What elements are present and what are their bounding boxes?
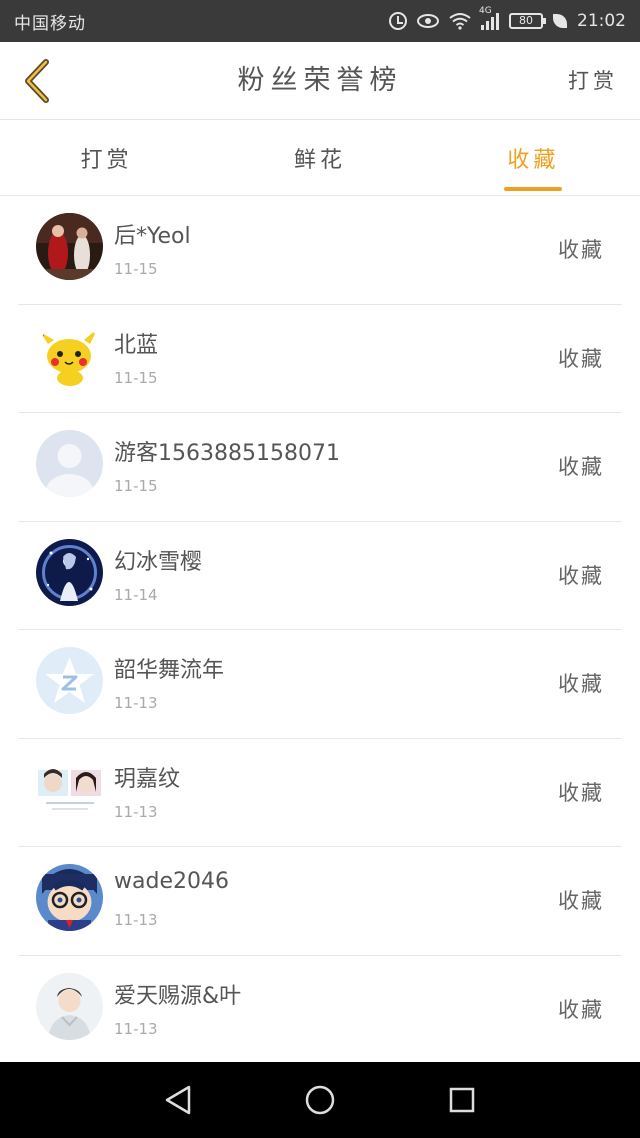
- support-type: 收藏: [558, 455, 604, 479]
- support-type: 收藏: [558, 672, 604, 696]
- reward-action-link[interactable]: 打赏: [568, 42, 618, 120]
- page-title: 粉丝荣誉榜: [237, 65, 403, 96]
- fan-date: 11-15: [114, 477, 158, 495]
- wifi-icon: [449, 13, 471, 30]
- signal-icon: 4G: [479, 6, 499, 30]
- list-item[interactable]: 北蓝 11-15 收藏: [0, 305, 640, 413]
- fan-date: 11-13: [114, 802, 158, 821]
- list-item[interactable]: 游客1563885158071 11-15 收藏: [0, 413, 640, 522]
- avatar: [36, 430, 103, 497]
- battery-icon: 80: [509, 13, 546, 29]
- support-type: 收藏: [558, 997, 604, 1022]
- fan-name: 游客1563885158071: [114, 441, 340, 466]
- avatar: [36, 321, 103, 389]
- fan-date: 11-13: [114, 1019, 158, 1038]
- fan-date: 11-13: [114, 911, 158, 929]
- eye-comfort-icon: [417, 14, 439, 28]
- fan-name: 幻冰雪樱: [114, 549, 203, 575]
- leaf-icon: [553, 14, 567, 28]
- avatar: [36, 972, 103, 1040]
- fan-name: 玥嘉纹: [114, 766, 181, 792]
- support-type: 收藏: [558, 238, 604, 262]
- alarm-icon: [389, 12, 407, 30]
- system-nav-bar: [0, 1062, 640, 1138]
- fan-name: 韶华舞流年: [114, 658, 225, 683]
- tab-bar: 打赏 鲜花 收藏: [0, 121, 640, 196]
- tab-flowers[interactable]: 鲜花: [213, 121, 426, 195]
- home-circle-icon[interactable]: [300, 1080, 340, 1120]
- carrier-name: 中国移动: [14, 13, 86, 34]
- status-bar: 中国移动 4G 80 21:02: [0, 0, 640, 42]
- clock: 21:02: [577, 11, 626, 31]
- fan-date: 11-15: [114, 368, 158, 387]
- fan-date: 11-14: [114, 585, 158, 604]
- tab-reward[interactable]: 打赏: [0, 121, 213, 195]
- avatar: [36, 864, 103, 931]
- support-type: 收藏: [558, 889, 604, 913]
- support-type: 收藏: [558, 563, 604, 588]
- tab-favorites[interactable]: 收藏: [427, 121, 640, 195]
- fan-list: 后*Yeol 11-15 收藏 北蓝 11-15 收藏 游客1563885158…: [0, 196, 640, 1064]
- fan-name: 后*Yeol: [114, 224, 191, 249]
- fan-name: 北蓝: [114, 332, 159, 358]
- list-item[interactable]: 韶华舞流年 11-13 收藏: [0, 630, 640, 739]
- nav-bar: 粉丝荣誉榜 打赏: [0, 42, 640, 120]
- support-type: 收藏: [558, 346, 604, 371]
- recents-square-icon[interactable]: [442, 1080, 482, 1120]
- fan-date: 11-15: [114, 260, 158, 278]
- list-item[interactable]: 后*Yeol 11-15 收藏: [0, 196, 640, 305]
- list-item[interactable]: 爱天赐源&叶 11-13 收藏: [0, 956, 640, 1065]
- fan-date: 11-13: [114, 694, 158, 712]
- fan-name: 爱天赐源&叶: [114, 983, 242, 1009]
- avatar: [36, 755, 103, 823]
- support-type: 收藏: [558, 780, 604, 805]
- avatar: [36, 538, 103, 606]
- avatar: [36, 647, 103, 714]
- avatar: [36, 213, 103, 280]
- list-item[interactable]: 幻冰雪樱 11-14 收藏: [0, 522, 640, 630]
- network-type: 4G: [479, 6, 492, 16]
- list-item[interactable]: 玥嘉纹 11-13 收藏: [0, 739, 640, 847]
- back-triangle-icon[interactable]: [158, 1080, 198, 1120]
- list-item[interactable]: wade2046 11-13 收藏: [0, 847, 640, 956]
- fan-name: wade2046: [114, 869, 229, 894]
